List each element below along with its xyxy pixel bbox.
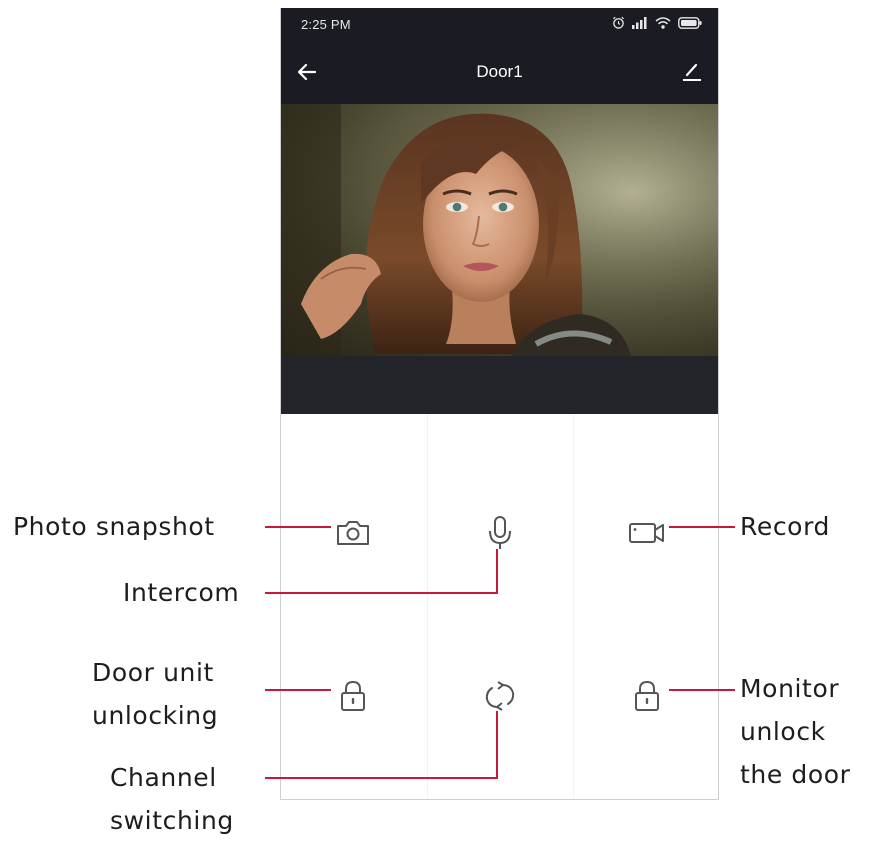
label-line: switching [110,806,234,835]
phone-screen: 2:25 PM Door1 [280,8,719,800]
wifi-icon [655,16,671,29]
label-line: the door [740,760,851,789]
video-controls-area [281,356,718,414]
camera-icon [337,521,369,545]
leader-line-snapshot [265,526,331,528]
label-channel-switching: Channel switching [110,756,234,842]
label-line: unlocking [92,701,219,730]
status-bar: 2:25 PM [281,8,718,42]
label-line: Channel [110,763,217,792]
leader-line-monitor-unlock [669,689,735,691]
door-unit-unlock-button[interactable] [333,676,373,716]
leader-line-channel-vertical [496,711,498,779]
snapshot-button[interactable] [333,513,373,553]
label-line: Door unit [92,658,214,687]
page-title: Door1 [476,62,523,81]
status-time: 2:25 PM [301,17,351,32]
label-line: unlock [740,717,826,746]
label-door-unit-unlocking: Door unit unlocking [92,651,218,737]
pencil-icon[interactable] [680,60,704,84]
leader-line-record [669,526,735,528]
label-monitor-unlock: Monitor unlock the door [740,667,851,796]
label-intercom: Intercom [123,578,240,607]
alarm-icon [613,16,624,29]
label-photo-snapshot: Photo snapshot [13,512,215,541]
visitor-photo [281,104,718,356]
leader-line-intercom-vertical [496,549,498,593]
refresh-icon [485,681,515,711]
lock-icon [635,680,659,711]
status-icons [612,16,702,29]
battery-icon [678,16,702,29]
channel-switch-button[interactable] [480,676,520,716]
leader-line-intercom [265,592,498,594]
video-feed[interactable] [281,104,718,356]
label-record: Record [740,512,830,541]
control-panel [281,414,718,799]
column-divider [573,414,574,799]
lock-icon [341,680,365,711]
intercom-button[interactable] [480,513,520,553]
label-line: Monitor [740,674,840,703]
leader-line-door-unit [265,689,331,691]
record-button[interactable] [627,513,667,553]
microphone-icon [489,516,511,549]
monitor-unlock-button[interactable] [627,676,667,716]
column-divider [427,414,428,799]
navigation-bar: Door1 [281,42,718,104]
signal-icon [632,16,647,29]
video-camera-icon [629,523,664,543]
leader-line-channel [265,777,498,779]
